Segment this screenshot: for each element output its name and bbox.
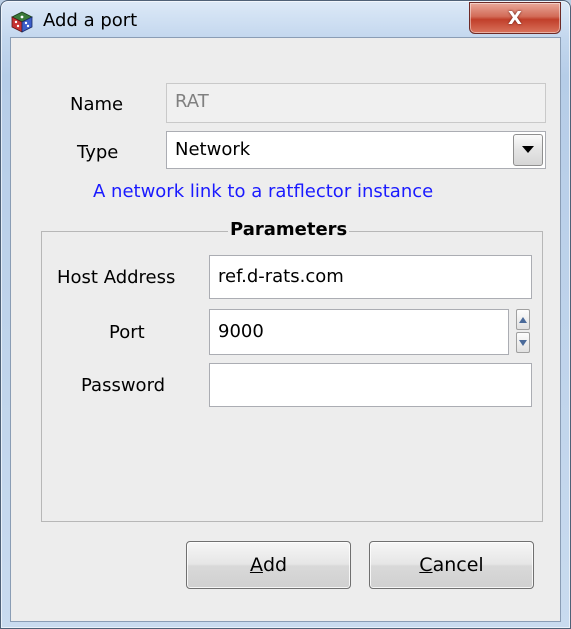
spin-down-button[interactable]	[516, 332, 530, 353]
arrow-down-icon	[519, 339, 527, 346]
password-input[interactable]	[209, 363, 532, 407]
cancel-label: ancel	[432, 554, 484, 576]
type-select[interactable]: Network	[166, 131, 546, 169]
host-address-input[interactable]: ref.d-rats.com	[209, 255, 532, 299]
chevron-down-icon	[522, 146, 534, 153]
add-mnemonic: A	[249, 554, 263, 576]
close-icon: X	[508, 7, 522, 29]
add-port-dialog: Add a port X Name RAT Type Network A net…	[0, 0, 571, 629]
type-label: Type	[77, 142, 119, 163]
password-label: Password	[81, 375, 166, 396]
close-button[interactable]: X	[469, 2, 561, 34]
arrow-up-icon	[519, 316, 527, 323]
name-field[interactable]: RAT	[166, 83, 546, 123]
dice-cube-icon	[11, 11, 33, 33]
host-address-label: Host Address	[57, 267, 176, 288]
cancel-mnemonic: C	[419, 554, 433, 576]
port-label: Port	[109, 322, 145, 343]
cancel-button[interactable]: Cancel	[369, 541, 534, 589]
name-label: Name	[70, 94, 124, 115]
window-title: Add a port	[43, 10, 138, 31]
dialog-body: Name RAT Type Network A network link to …	[10, 37, 561, 622]
parameters-title: Parameters	[228, 219, 350, 240]
add-button[interactable]: Add	[186, 541, 351, 589]
port-spinner-buttons	[516, 309, 532, 355]
spin-up-button[interactable]	[516, 309, 530, 330]
type-description: A network link to a ratflector instance	[93, 181, 434, 202]
title-bar[interactable]: Add a port X	[1, 1, 570, 37]
port-spinner-input[interactable]: 9000	[209, 309, 509, 355]
add-label: dd	[262, 554, 288, 576]
type-select-value: Network	[175, 139, 251, 160]
dropdown-button[interactable]	[513, 134, 543, 166]
